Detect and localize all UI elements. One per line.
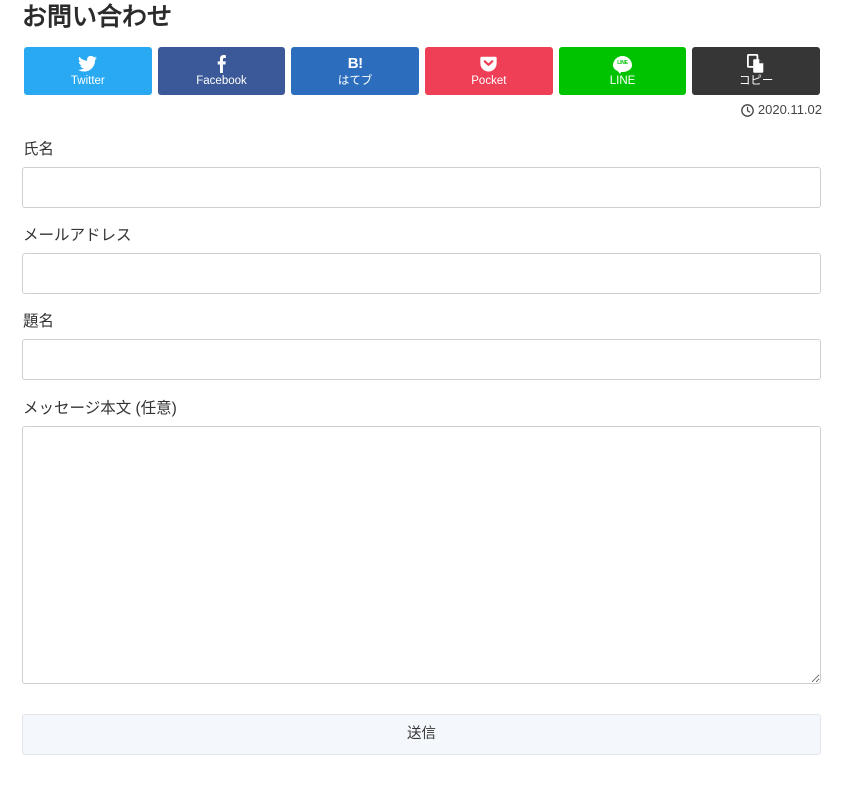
line-bubble-icon: LINE [613,54,633,74]
submit-button[interactable]: 送信 [22,714,821,755]
share-button-label: Pocket [471,75,507,87]
name-input[interactable] [22,167,821,208]
page-title: お問い合わせ [22,3,173,31]
pocket-shield-icon [480,54,498,73]
post-date-text: 2020.11.02 [757,102,822,117]
contact-form: 氏名 メールアドレス 題名 メッセージ本文 (任意) 送信 [0,140,843,755]
share-button-label: コピー [738,75,774,87]
share-button-copy[interactable]: コピー [692,47,821,95]
share-button-row: Twitter Facebook B! はてブ Pocket LINE LINE… [24,47,821,95]
field-email: メールアドレス [0,226,843,294]
field-label-name: 氏名 [23,141,55,158]
clock-icon [741,103,754,117]
email-input[interactable] [22,253,821,294]
share-button-twitter[interactable]: Twitter [24,47,152,95]
field-subject: 題名 [0,312,843,380]
field-name: 氏名 [0,140,843,208]
field-label-email: メールアドレス [23,227,132,244]
line-bubble-shape: LINE [613,55,633,74]
share-button-hatena[interactable]: B! はてブ [291,47,420,95]
post-date: 2020.11.02 [741,102,822,118]
share-button-label: はてブ [337,75,373,87]
share-button-pocket[interactable]: Pocket [425,47,553,95]
hatena-b-glyph: B! [347,55,363,72]
hatena-b-icon: B! [348,54,363,73]
share-button-line[interactable]: LINE LINE [558,47,687,95]
share-button-facebook[interactable]: Facebook [157,47,286,95]
line-bubble-glyph: LINE [617,60,628,66]
share-button-label: Twitter [70,75,105,87]
submit-row: 送信 [0,714,843,755]
field-label-message: メッセージ本文 (任意) [23,400,177,417]
contact-page: お問い合わせ Twitter Facebook B! はてブ Pocket LI… [0,0,843,810]
message-textarea[interactable] [22,426,821,684]
copy-document-icon [747,54,765,73]
field-label-subject: 題名 [23,313,55,330]
twitter-bird-icon [78,54,98,73]
share-button-label: LINE [609,75,636,87]
field-message: メッセージ本文 (任意) [0,399,843,684]
facebook-f-icon [216,54,227,73]
share-button-label: Facebook [196,75,247,87]
subject-input[interactable] [22,339,821,380]
